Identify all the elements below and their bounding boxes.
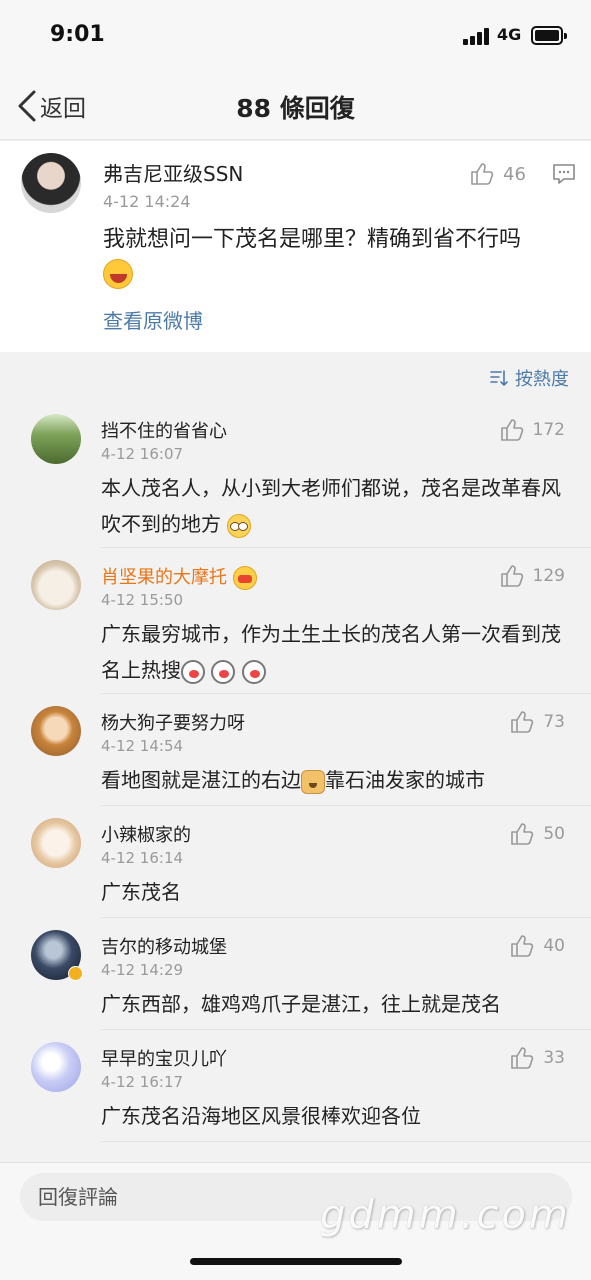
original-comment: 弗吉尼亚级SSN 4-12 14:24 我就想问一下茂名是哪里？精确到省不行吗 …	[0, 141, 591, 352]
like-count: 33	[543, 1048, 565, 1068]
username[interactable]: 小辣椒家的	[101, 821, 191, 847]
like-count: 40	[543, 936, 565, 956]
comment-item: 早早的宝贝儿吖 4-12 16:17 广东茂名沿海地区风景很棒欢迎各位 33	[0, 1030, 591, 1142]
timestamp: 4-12 16:07	[101, 445, 184, 463]
comment-text: 看地图就是湛江的右边 靠石油发家的城市	[101, 762, 566, 798]
timestamp: 4-12 14:54	[101, 737, 184, 755]
comment-text-body: 广东最穷城市，作为土生土长的茂名人第一次看到茂名上热搜	[101, 622, 561, 682]
like-count: 172	[532, 420, 565, 440]
home-indicator[interactable]	[190, 1258, 402, 1265]
comment-list: 挡不住的省省心 4-12 16:07 本人茂名人，从小到大老师们都说，茂名是改革…	[0, 402, 591, 1142]
thumbs-up-icon	[511, 935, 534, 957]
thumbs-up-icon	[471, 163, 494, 185]
network-label: 4G	[497, 25, 522, 44]
comment-text-body: 我就想问一下茂名是哪里？精确到省不行吗	[103, 227, 522, 252]
doge-emoji-icon	[301, 769, 325, 794]
username[interactable]: 吉尔的移动城堡	[101, 933, 227, 959]
like-count: 129	[532, 566, 565, 586]
comment-text: 广东最穷城市，作为土生土长的茂名人第一次看到茂名上热搜	[101, 616, 566, 688]
status-time: 9:01	[50, 22, 105, 47]
avatar[interactable]	[31, 560, 81, 610]
view-original-link[interactable]: 查看原微博	[103, 305, 203, 334]
nerd-glasses-emoji-icon	[227, 513, 252, 538]
status-bar: 9:01 4G	[0, 0, 591, 72]
like-count: 73	[543, 712, 565, 732]
laughing-emoji-icon	[103, 259, 133, 289]
comment-text: 广东西部，雄鸡鸡爪子是湛江，往上就是茂名	[101, 992, 501, 1016]
comment-reply-icon[interactable]	[552, 162, 576, 186]
like-count: 50	[543, 824, 565, 844]
husky-emoji-icon	[181, 659, 205, 684]
like-count: 46	[503, 163, 526, 185]
like-button[interactable]: 50	[509, 821, 565, 847]
comment-item: 小辣椒家的 4-12 16:14 广东茂名 50	[0, 806, 591, 918]
timestamp: 4-12 14:24	[103, 192, 191, 211]
like-button[interactable]: 33	[509, 1045, 565, 1071]
username[interactable]: 肖坚果的大摩托	[101, 563, 257, 590]
avatar[interactable]	[21, 153, 81, 213]
like-button[interactable]: 129	[499, 563, 565, 589]
username[interactable]: 杨大狗子要努力呀	[101, 709, 245, 735]
comment-text-body: 靠石油发家的城市	[325, 768, 485, 792]
timestamp: 4-12 14:29	[101, 961, 184, 979]
husky-emoji-icon	[241, 659, 266, 684]
thumbs-up-icon	[500, 565, 523, 587]
comment-text-body: 本人茂名人，从小到大老师们都说，茂名是改革春风吹不到的地方	[101, 476, 561, 536]
username[interactable]: 早早的宝贝儿吖	[101, 1045, 227, 1071]
sort-label: 按熱度	[515, 369, 569, 390]
watermark: gdmm.com	[320, 1192, 571, 1238]
crown-badge-icon	[232, 566, 257, 590]
comment-text: 我就想问一下茂名是哪里？精确到省不行吗	[103, 223, 563, 291]
username[interactable]: 挡不住的省省心	[101, 417, 227, 443]
verified-badge-icon	[68, 966, 83, 981]
like-button[interactable]: 46	[469, 161, 526, 187]
comment-text: 广东茂名沿海地区风景很棒欢迎各位	[101, 1104, 421, 1128]
thumbs-up-icon	[500, 419, 523, 441]
husky-emoji-icon	[211, 659, 236, 684]
avatar[interactable]	[31, 414, 81, 464]
comment-item: 吉尔的移动城堡 4-12 14:29 广东西部，雄鸡鸡爪子是湛江，往上就是茂名 …	[0, 918, 591, 1030]
nav-bar: 返回 88 條回復	[0, 72, 591, 140]
sort-button[interactable]: 按熱度	[489, 365, 569, 391]
battery-icon	[531, 26, 567, 45]
sort-icon	[490, 370, 508, 386]
username-text: 肖坚果的大摩托	[101, 567, 227, 588]
thumbs-up-icon	[511, 1047, 534, 1069]
comment-text: 本人茂名人，从小到大老师们都说，茂名是改革春风吹不到的地方	[101, 470, 566, 542]
comment-text: 广东茂名	[101, 880, 181, 904]
thumbs-up-icon	[511, 711, 534, 733]
sort-bar: 按熱度	[0, 352, 591, 402]
timestamp: 4-12 15:50	[101, 591, 184, 609]
avatar[interactable]	[31, 706, 81, 756]
comment-item: 挡不住的省省心 4-12 16:07 本人茂名人，从小到大老师们都说，茂名是改革…	[0, 402, 591, 548]
comment-text-body: 看地图就是湛江的右边	[101, 768, 301, 792]
like-button[interactable]: 172	[499, 417, 565, 443]
signal-icon	[463, 28, 491, 45]
avatar[interactable]	[31, 818, 81, 868]
username[interactable]: 弗吉尼亚级SSN	[103, 158, 243, 187]
page-title: 88 條回復	[236, 94, 355, 123]
comment-item: 杨大狗子要努力呀 4-12 14:54 看地图就是湛江的右边 靠石油发家的城市 7…	[0, 694, 591, 806]
like-button[interactable]: 40	[509, 933, 565, 959]
timestamp: 4-12 16:17	[101, 1073, 184, 1091]
like-button[interactable]: 73	[509, 709, 565, 735]
avatar[interactable]	[31, 1042, 81, 1092]
thumbs-up-icon	[511, 823, 534, 845]
timestamp: 4-12 16:14	[101, 849, 184, 867]
comment-item: 肖坚果的大摩托 4-12 15:50 广东最穷城市，作为土生土长的茂名人第一次看…	[0, 548, 591, 694]
